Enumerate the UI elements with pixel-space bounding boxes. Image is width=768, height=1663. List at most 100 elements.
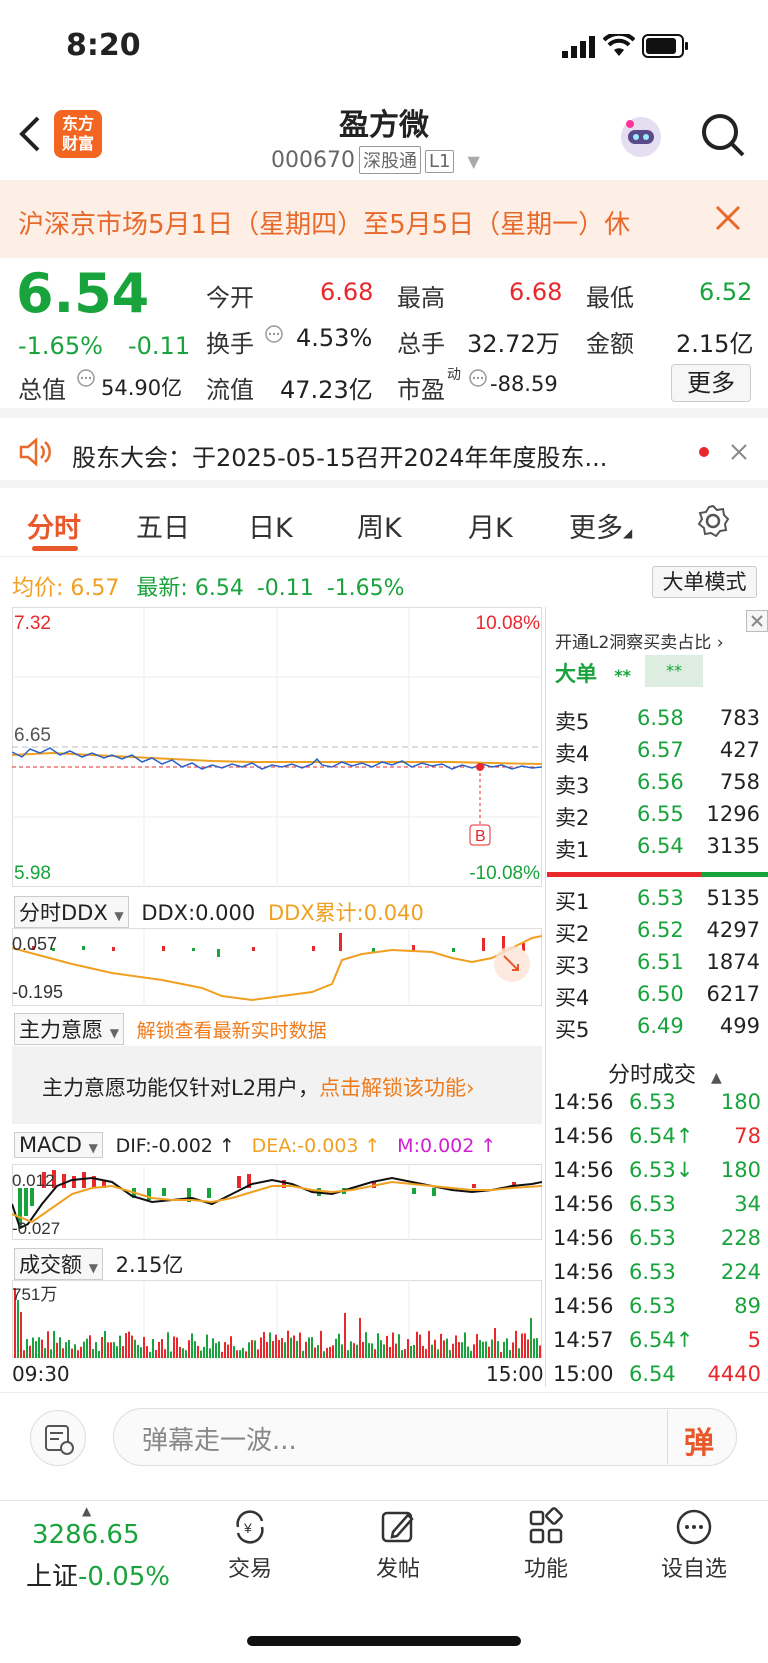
danmu-settings-icon[interactable] [30,1410,86,1466]
volume-bar [197,1345,199,1358]
volume-bar [104,1330,106,1358]
volume-bar [371,1343,373,1358]
ddx-selector[interactable]: 分时DDX ▼ [14,896,129,928]
macd-selector[interactable]: MACD ▼ [14,1132,103,1158]
volume-selector[interactable]: 成交额 ▼ [14,1248,103,1280]
ddx-chart[interactable]: 0.057 -0.195 [12,928,542,1006]
tick-price: 6.53 [629,1090,676,1114]
volume-bar [167,1332,169,1358]
open-value: 6.68 [320,278,374,306]
volume-bar [89,1335,91,1358]
volume-chart[interactable]: 751万 [12,1280,542,1358]
time-end-label: 15:00 [486,1362,544,1386]
tab-more[interactable]: 更多◢ [569,506,632,545]
volume-bar [209,1348,211,1358]
close-icon[interactable] [730,443,748,465]
tick-row: 14:56 6.53 180 [553,1090,761,1122]
info-icon[interactable] [468,368,488,392]
macd-selector-label: MACD [19,1133,82,1157]
volume-bar [137,1344,139,1358]
bid-row: 买5 6.49 499 [555,1014,760,1044]
bid-price: 6.52 [637,918,684,942]
index-value[interactable]: 3286.65 [32,1520,140,1550]
volume-bar [257,1349,259,1358]
ask-volume: 3135 [706,834,760,858]
volume-max-label: 751万 [12,1285,57,1304]
buy-marker[interactable]: B [475,828,486,845]
volume-bar [353,1343,355,1358]
volume-bar [530,1318,532,1358]
macd-bottom-label: -0.027 [12,1219,60,1238]
ask-price: 6.58 [637,706,684,730]
volume-bar [203,1346,205,1358]
close-icon[interactable] [746,610,768,632]
intraday-chart[interactable]: B 7.32 6.65 5.98 10.08% -10.08% [12,607,542,887]
zlyy-selector[interactable]: 主力意愿 ▼ [14,1013,124,1045]
danmu-send-button[interactable]: 弹 [684,1418,714,1462]
volume-bar [260,1337,262,1358]
chevron-down-icon[interactable]: ▼ [467,152,479,171]
nav-trade[interactable]: ¥ 交易 [195,1507,305,1583]
volume-bar [155,1350,157,1358]
volume-bar [281,1338,283,1358]
volume-header: 成交额 ▼ 2.15亿 [14,1248,183,1280]
current-price: 6.54 [16,262,150,325]
close-icon[interactable] [714,204,742,236]
info-icon[interactable] [76,368,96,392]
tab-intraday[interactable]: 分时 [27,506,81,545]
robot-avatar-icon[interactable] [616,112,666,166]
volume-bar [341,1344,343,1358]
home-indicator[interactable] [247,1636,521,1646]
tab-5day[interactable]: 五日 [136,506,190,545]
volume-bar [392,1332,394,1358]
ticks-header[interactable]: 分时成交 ▲ [608,1057,722,1089]
open-label: 今开 [206,284,254,312]
bid-row: 买3 6.51 1874 [555,950,760,980]
volume-bar [506,1338,508,1358]
volume-bar [116,1346,118,1358]
macd-chart[interactable]: 0.012 -0.027 [12,1164,542,1240]
chevron-right-icon[interactable]: › [466,1076,474,1100]
bid-row: 买4 6.50 6217 [555,982,760,1012]
nav-functions[interactable]: 功能 [491,1507,601,1583]
volume-bar [533,1338,535,1358]
trade-icon: ¥ [236,1510,264,1544]
ask-label: 卖2 [555,806,590,830]
volume-bar [122,1346,124,1358]
volume-bar [50,1349,52,1358]
volume-bar [56,1342,58,1358]
volume-bar [494,1328,496,1358]
volume-bar [515,1330,517,1358]
tab-daily-k[interactable]: 日K [248,506,293,545]
settings-icon[interactable] [696,504,730,542]
volume-bar [365,1332,367,1358]
nav-post[interactable]: 发帖 [343,1507,453,1583]
volume-bar [440,1333,442,1358]
volume-bar [26,1339,28,1358]
info-icon[interactable] [264,324,284,348]
volume-bar [215,1343,217,1358]
volume-bar [254,1340,256,1358]
tab-weekly-k[interactable]: 周K [357,506,402,545]
tick-volume: 89 [734,1294,761,1318]
pct-max-label: 10.08% [476,613,541,634]
zlyy-unlock-cta[interactable]: 点击解锁该功能 [319,1076,466,1100]
zlyy-unlock-link[interactable]: 解锁查看最新实时数据 [137,1020,327,1042]
search-icon[interactable] [700,112,746,162]
volume-bar [524,1333,526,1358]
index-line[interactable]: 上证-0.05% [26,1556,170,1593]
zlyy-header: 主力意愿 ▼ 解锁查看最新实时数据 [14,1013,327,1045]
tab-underline [32,546,78,551]
l2-upsell-link[interactable]: 开通L2洞察买卖占比 › [555,628,724,653]
more-quote-button[interactable]: 更多 [671,364,751,402]
volume-bar [443,1340,445,1358]
shareholder-notice[interactable]: 股东大会：于2025-05-15召开2024年年度股东... [72,438,672,473]
tab-monthly-k[interactable]: 月K [468,506,513,545]
big-order-mode-button[interactable]: 大单模式 [652,566,757,598]
nav-add-watchlist[interactable]: 设自选 [639,1507,749,1583]
tick-price: 6.53 [629,1226,676,1250]
volume-bar [20,1312,22,1358]
volume-bar [179,1346,181,1358]
volume-bar [53,1330,55,1358]
caret-icon: ▼ [109,1026,119,1040]
